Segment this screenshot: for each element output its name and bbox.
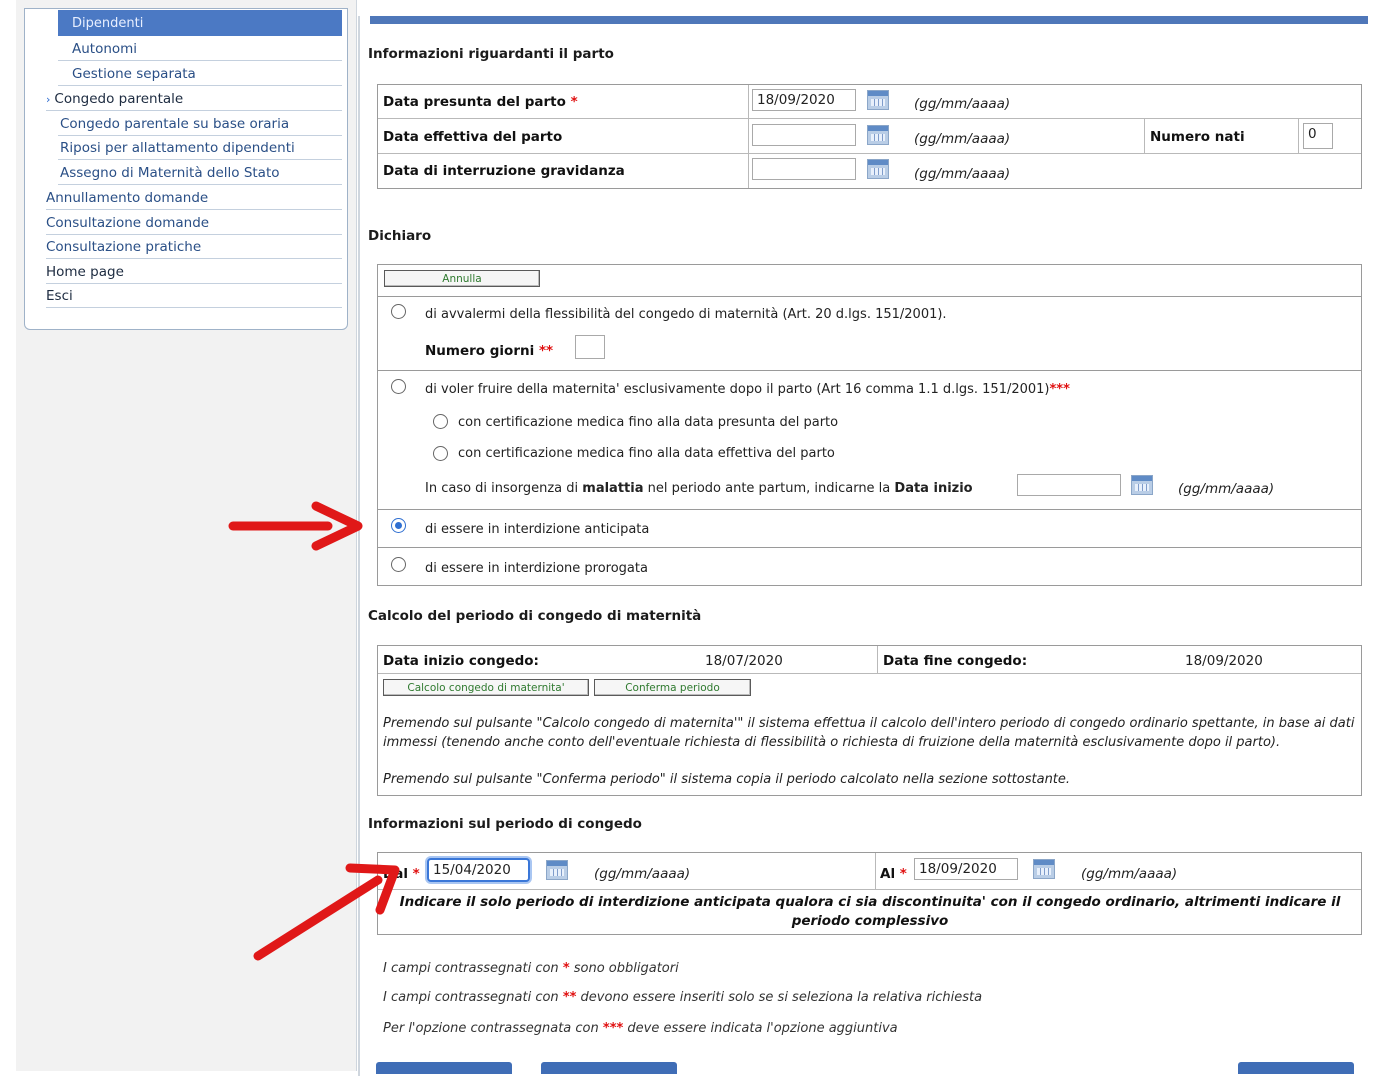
sidebar-item-riposi-allattamento[interactable]: Riposi per allattamento dipendenti bbox=[58, 136, 342, 160]
radio-interdizione-prorogata[interactable] bbox=[391, 557, 406, 572]
radio-cert-presunta[interactable] bbox=[433, 414, 448, 429]
data-fine-congedo-value: 18/09/2020 bbox=[1185, 653, 1263, 669]
sidebar-item-home[interactable]: Home page bbox=[46, 260, 342, 284]
chevron-right-icon: › bbox=[46, 93, 51, 106]
conferma-periodo-button[interactable]: Conferma periodo bbox=[594, 679, 751, 696]
bottom-button-2[interactable] bbox=[541, 1062, 677, 1074]
sidebar-item-annullamento[interactable]: Annullamento domande bbox=[46, 186, 342, 210]
calendar-icon[interactable] bbox=[1131, 475, 1153, 495]
numero-nati-label: Numero nati bbox=[1150, 129, 1245, 145]
sidebar-item-consultazione-pratiche[interactable]: Consultazione pratiche bbox=[46, 235, 342, 259]
sidebar-item-label: Congedo parentale bbox=[54, 91, 184, 107]
data-interruzione-label: Data di interruzione gravidanza bbox=[383, 163, 625, 179]
calendar-icon[interactable] bbox=[867, 159, 889, 179]
sidebar-item-dipendenti[interactable]: Dipendenti bbox=[58, 10, 342, 36]
numero-nati-input[interactable]: 0 bbox=[1303, 123, 1333, 149]
numero-giorni-label: Numero giorni ** bbox=[425, 343, 554, 359]
annulla-button[interactable]: Annulla bbox=[384, 270, 540, 287]
calendar-icon[interactable] bbox=[546, 860, 568, 880]
bottom-button-1[interactable] bbox=[376, 1062, 512, 1074]
bottom-button-3[interactable] bbox=[1238, 1062, 1354, 1074]
sub-option-effettiva-label: con certificazione medica fino alla data… bbox=[458, 446, 835, 461]
calendar-icon[interactable] bbox=[867, 90, 889, 110]
periodo-warning: Indicare il solo periodo di interdizione… bbox=[399, 894, 1341, 929]
sidebar-item-congedo-parentale[interactable]: › Congedo parentale bbox=[46, 87, 342, 111]
section-title-parto: Informazioni riguardanti il parto bbox=[368, 46, 614, 62]
calendar-icon[interactable] bbox=[1033, 859, 1055, 879]
sidebar-item-gestione-separata[interactable]: Gestione separata bbox=[58, 62, 342, 86]
header-bar bbox=[370, 16, 1368, 24]
section-title-dichiaro: Dichiaro bbox=[368, 228, 432, 244]
data-inizio-congedo-value: 18/07/2020 bbox=[705, 653, 783, 669]
data-presunta-input[interactable]: 18/09/2020 bbox=[752, 89, 856, 111]
section-title-calcolo: Calcolo del periodo di congedo di matern… bbox=[368, 608, 702, 624]
date-format-hint: (gg/mm/aaaa) bbox=[914, 166, 1011, 182]
option-prorogata-label: di essere in interdizione prorogata bbox=[425, 561, 648, 576]
data-fine-congedo-label: Data fine congedo: bbox=[883, 653, 1028, 669]
radio-interdizione-anticipata[interactable] bbox=[391, 518, 406, 533]
al-input[interactable]: 18/09/2020 bbox=[914, 858, 1018, 880]
radio-cert-effettiva[interactable] bbox=[433, 446, 448, 461]
radio-dopo-parto[interactable] bbox=[391, 379, 406, 394]
sidebar-item-congedo-oraria[interactable]: Congedo parentale su base oraria bbox=[58, 112, 342, 136]
footer-note-triple: Per l'opzione contrassegnata con *** dev… bbox=[383, 1021, 898, 1036]
al-label: Al * bbox=[880, 866, 907, 882]
calcolo-note-2: Premendo sul pulsante "Conferma periodo"… bbox=[383, 772, 1071, 787]
date-format-hint: (gg/mm/aaaa) bbox=[914, 96, 1011, 112]
annotation-arrow-icon bbox=[253, 863, 400, 961]
dal-input[interactable]: 15/04/2020 bbox=[427, 858, 530, 882]
section-title-periodo: Informazioni sul periodo di congedo bbox=[368, 816, 642, 832]
data-interruzione-input[interactable] bbox=[752, 158, 856, 180]
data-presunta-label: Data presunta del parto * bbox=[383, 94, 578, 110]
sidebar-item-autonomi[interactable]: Autonomi bbox=[58, 37, 342, 61]
calendar-icon[interactable] bbox=[867, 125, 889, 145]
sidebar-item-esci[interactable]: Esci bbox=[46, 284, 342, 308]
footer-note-required: I campi contrassegnati con * sono obblig… bbox=[383, 961, 679, 976]
sidebar-item-consultazione-domande[interactable]: Consultazione domande bbox=[46, 211, 342, 235]
data-inizio-congedo-label: Data inizio congedo: bbox=[383, 653, 539, 669]
date-format-hint: (gg/mm/aaaa) bbox=[1178, 481, 1275, 497]
option-flessibilita-label: di avvalermi della flessibilità del cong… bbox=[425, 307, 947, 322]
option-anticipata-label: di essere in interdizione anticipata bbox=[425, 522, 650, 537]
date-format-hint: (gg/mm/aaaa) bbox=[594, 866, 691, 882]
option-dopo-parto-label: di voler fruire della maternita' esclusi… bbox=[425, 382, 1070, 397]
numero-giorni-input[interactable] bbox=[575, 335, 605, 359]
data-effettiva-input[interactable] bbox=[752, 124, 856, 146]
footer-note-double: I campi contrassegnati con ** devono ess… bbox=[383, 990, 983, 1005]
malattia-data-inizio-input[interactable] bbox=[1017, 474, 1121, 496]
sidebar-item-assegno-maternita[interactable]: Assegno di Maternità dello Stato bbox=[58, 161, 342, 185]
malattia-label: In caso di insorgenza di malattia nel pe… bbox=[425, 481, 973, 496]
date-format-hint: (gg/mm/aaaa) bbox=[914, 131, 1011, 147]
calcolo-congedo-button[interactable]: Calcolo congedo di maternita' bbox=[383, 679, 589, 696]
radio-flessibilita[interactable] bbox=[391, 304, 406, 319]
calcolo-note-1: Premendo sul pulsante "Calcolo congedo d… bbox=[383, 716, 1355, 750]
sub-option-presunta-label: con certificazione medica fino alla data… bbox=[458, 415, 839, 430]
date-format-hint: (gg/mm/aaaa) bbox=[1081, 866, 1178, 882]
data-effettiva-label: Data effettiva del parto bbox=[383, 129, 563, 145]
annotation-arrow-icon bbox=[228, 501, 363, 551]
